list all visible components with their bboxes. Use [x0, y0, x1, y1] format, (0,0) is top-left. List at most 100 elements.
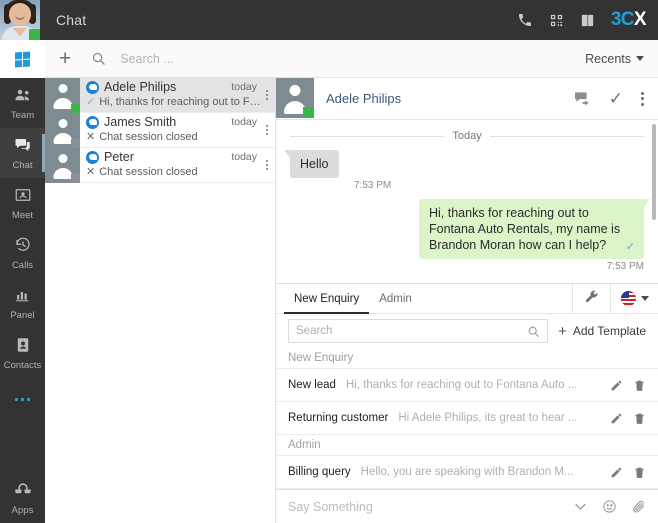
- edit-icon[interactable]: [610, 466, 623, 479]
- avatar-shoulders: [53, 98, 72, 109]
- emoji-icon[interactable]: [602, 499, 617, 514]
- list-item[interactable]: James Smith today ✕ Chat session closed: [45, 113, 275, 148]
- message-list-scrollbar[interactable]: [652, 124, 656, 220]
- sidebar-item-meet-label: Meet: [11, 209, 34, 221]
- day-separator-label: Today: [452, 130, 482, 142]
- brand-logo-part2: X: [633, 9, 647, 30]
- tab-new-enquiry[interactable]: New Enquiry: [284, 284, 370, 314]
- avatar: [45, 78, 80, 113]
- calls-icon: [14, 236, 32, 259]
- edit-icon[interactable]: [610, 412, 623, 425]
- address-book-icon[interactable]: [580, 13, 595, 28]
- close-chat-check-icon[interactable]: ✓: [609, 89, 623, 109]
- list-item-body: Adele Philips today ✓ Hi, thanks for rea…: [80, 78, 261, 112]
- attachment-icon[interactable]: [631, 499, 646, 514]
- list-item-name: Peter: [104, 150, 134, 164]
- template-row[interactable]: Billing query Hello, you are speaking wi…: [276, 456, 658, 489]
- list-item-menu-button[interactable]: [261, 78, 275, 112]
- left-nav-rail: Team Chat Meet Calls Panel Contacts Apps: [0, 40, 45, 523]
- phone-icon[interactable]: [517, 12, 533, 28]
- list-item-preview: Chat session closed: [99, 130, 198, 143]
- sidebar-item-team-label: Team: [10, 109, 35, 121]
- sidebar-item-meet[interactable]: Meet: [0, 178, 45, 228]
- templates-search-row: + Add Template: [276, 314, 658, 348]
- page-title: Chat: [56, 12, 87, 28]
- search-icon[interactable]: [91, 51, 106, 66]
- template-row[interactable]: New lead Hi, thanks for reaching out to …: [276, 369, 658, 402]
- live-chat-channel-icon: [86, 150, 99, 164]
- language-selector[interactable]: [610, 284, 658, 313]
- sidebar-item-panel[interactable]: Panel: [0, 278, 45, 328]
- close-icon: ✕: [86, 131, 96, 143]
- windows-start-button[interactable]: [0, 40, 45, 78]
- search-input[interactable]: [120, 51, 301, 66]
- user-photo-avatar[interactable]: [0, 0, 40, 40]
- sidebar-item-calls[interactable]: Calls: [0, 228, 45, 278]
- list-item-menu-button[interactable]: [261, 113, 275, 147]
- list-item[interactable]: Adele Philips today ✓ Hi, thanks for rea…: [45, 78, 275, 113]
- list-item-menu-button[interactable]: [261, 148, 275, 182]
- live-chat-channel-icon: [86, 115, 99, 129]
- sidebar-item-contacts[interactable]: Contacts: [0, 328, 45, 378]
- top-bar: Chat 3CX: [0, 0, 658, 40]
- avatar-head: [58, 154, 67, 163]
- more-icon[interactable]: [0, 378, 45, 420]
- sidebar-item-chat[interactable]: Chat: [0, 128, 45, 178]
- sidebar-item-chat-label: Chat: [12, 159, 33, 171]
- templates-settings-button[interactable]: [572, 284, 610, 313]
- recents-filter-dropdown[interactable]: Recents: [585, 52, 644, 66]
- conversation-header: Adele Philips ✓: [276, 78, 658, 120]
- sidebar-item-panel-label: Panel: [10, 309, 35, 321]
- list-item-name: Adele Philips: [104, 80, 177, 94]
- edit-icon[interactable]: [610, 379, 623, 392]
- conversation-contact-name: Adele Philips: [326, 91, 402, 106]
- add-template-button[interactable]: + Add Template: [558, 324, 646, 339]
- delete-icon[interactable]: [633, 466, 646, 479]
- avatar-head: [58, 119, 67, 128]
- sidebar-item-apps-label: Apps: [11, 504, 34, 516]
- templates-search-input[interactable]: [296, 325, 528, 337]
- message-timestamp: 7:53 PM: [606, 261, 644, 272]
- chevron-down-icon: [636, 56, 644, 61]
- list-item-time: today: [231, 151, 257, 163]
- chevron-down-icon[interactable]: [573, 499, 588, 514]
- message-input[interactable]: [288, 499, 559, 514]
- sidebar-item-team[interactable]: Team: [0, 78, 45, 128]
- conversation-pane: Adele Philips ✓ Today Hello 7:53 PM Hi, …: [275, 78, 658, 523]
- meet-icon: [14, 186, 32, 209]
- templates-search-box[interactable]: [288, 319, 549, 343]
- add-template-label: Add Template: [572, 324, 646, 338]
- sidebar-item-apps[interactable]: Apps: [0, 482, 45, 516]
- status-badge: [71, 104, 80, 113]
- apps-icon: [13, 482, 33, 504]
- template-row[interactable]: Returning customer Hi Adele Philips, its…: [276, 402, 658, 435]
- brand-logo: 3CX: [611, 9, 647, 31]
- template-name: New lead: [288, 379, 336, 391]
- tab-admin[interactable]: Admin: [369, 284, 422, 313]
- chat-icon: [14, 136, 32, 159]
- new-chat-button[interactable]: +: [59, 48, 71, 69]
- avatar: [276, 78, 314, 118]
- panel-icon: [14, 286, 32, 309]
- delete-icon[interactable]: [633, 379, 646, 392]
- windows-logo-icon: [15, 50, 30, 68]
- transfer-chat-icon[interactable]: [574, 91, 591, 106]
- live-chat-channel-icon: [86, 80, 99, 94]
- template-preview: Hi Adele Philips, its great to hear ...: [398, 412, 578, 424]
- presence-status-indicator: [29, 29, 40, 40]
- list-item[interactable]: Peter today ✕ Chat session closed: [45, 148, 275, 183]
- search-icon[interactable]: [527, 325, 540, 338]
- chat-list[interactable]: Adele Philips today ✓ Hi, thanks for rea…: [45, 78, 275, 523]
- avatar-face: [9, 3, 31, 25]
- template-group-title: Admin: [276, 435, 658, 456]
- close-icon: ✕: [86, 166, 96, 178]
- contacts-icon: [14, 336, 32, 359]
- avatar-shoulders: [53, 168, 72, 179]
- delete-icon[interactable]: [633, 412, 646, 425]
- conversation-menu-button[interactable]: [641, 91, 644, 106]
- list-item-top-row: Adele Philips today: [86, 80, 261, 94]
- plus-icon: +: [558, 322, 567, 340]
- qr-code-icon[interactable]: [549, 13, 564, 28]
- message-composer: [276, 489, 658, 523]
